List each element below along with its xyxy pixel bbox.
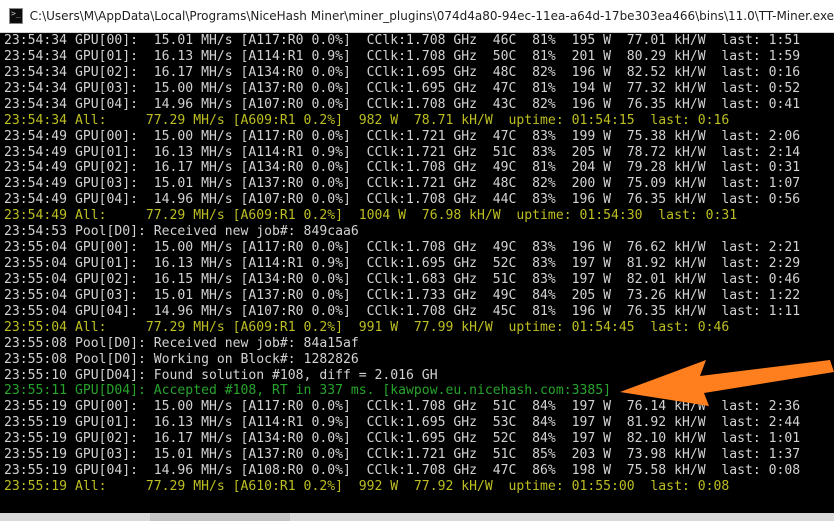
- gpu-stat-line: 23:55:19 GPU[00]: 15.00 MH/s [A117:R0 0.…: [4, 399, 801, 415]
- console-icon: >_: [9, 8, 23, 24]
- gpu-stat-line: 23:55:19 GPU[01]: 16.13 MH/s [A114:R1 0.…: [4, 415, 801, 431]
- gpu-stat-line: 23:54:34 GPU[01]: 16.13 MH/s [A114:R1 0.…: [4, 48, 801, 64]
- summary-line: 23:55:04 All: 77.29 MH/s [A609:R1 0.2%] …: [4, 319, 730, 335]
- gpu-stat-line: 23:55:04 GPU[01]: 16.13 MH/s [A114:R1 0.…: [4, 256, 801, 272]
- title-bar: >_ C:\Users\M\AppData\Local\Programs\Nic…: [0, 0, 834, 33]
- gpu-stat-line: 23:55:04 GPU[00]: 15.00 MH/s [A117:R0 0.…: [4, 240, 801, 256]
- taskbar-button[interactable]: [150, 513, 290, 521]
- log-line: 23:55:10 GPU[D04]: Found solution #108, …: [4, 367, 438, 383]
- gpu-stat-line: 23:54:34 GPU[00]: 15.01 MH/s [A117:R0 0.…: [4, 33, 801, 48]
- gpu-stat-line: 23:54:49 GPU[01]: 16.13 MH/s [A114:R1 0.…: [4, 144, 801, 160]
- gpu-stat-line: 23:55:04 GPU[04]: 14.96 MH/s [A107:R0 0.…: [4, 303, 801, 319]
- summary-line: 23:54:34 All: 77.29 MH/s [A609:R1 0.2%] …: [4, 112, 730, 128]
- gpu-stat-line: 23:54:34 GPU[02]: 16.17 MH/s [A134:R0 0.…: [4, 64, 801, 80]
- log-line: 23:55:08 Pool[D0]: Received new job#: 84…: [4, 335, 359, 351]
- gpu-stat-line: 23:54:34 GPU[03]: 15.00 MH/s [A137:R0 0.…: [4, 80, 801, 96]
- gpu-stat-line: 23:55:19 GPU[04]: 14.96 MH/s [A108:R0 0.…: [4, 463, 801, 479]
- gpu-stat-line: 23:55:19 GPU[03]: 15.01 MH/s [A137:R0 0.…: [4, 447, 801, 463]
- summary-line: 23:55:19 All: 77.29 MH/s [A610:R1 0.2%] …: [4, 479, 730, 495]
- console-output[interactable]: 23:54:34 GPU[00]: 15.01 MH/s [A117:R0 0.…: [0, 33, 834, 513]
- gpu-stat-line: 23:54:34 GPU[04]: 14.96 MH/s [A107:R0 0.…: [4, 96, 801, 112]
- gpu-stat-line: 23:55:04 GPU[03]: 15.01 MH/s [A137:R0 0.…: [4, 287, 801, 303]
- gpu-stat-line: 23:55:19 GPU[02]: 16.17 MH/s [A134:R0 0.…: [4, 431, 801, 447]
- accepted-line: 23:55:11 GPU[D04]: Accepted #108, RT in …: [4, 383, 611, 399]
- taskbar-strip: [0, 513, 834, 521]
- log-line: 23:55:08 Pool[D0]: Working on Block#: 12…: [4, 351, 359, 367]
- gpu-stat-line: 23:54:49 GPU[04]: 14.96 MH/s [A107:R0 0.…: [4, 192, 801, 208]
- gpu-stat-line: 23:54:49 GPU[03]: 15.01 MH/s [A137:R0 0.…: [4, 176, 801, 192]
- summary-line: 23:54:49 All: 77.29 MH/s [A609:R1 0.2%] …: [4, 208, 738, 224]
- log-line: 23:54:53 Pool[D0]: Received new job#: 84…: [4, 224, 359, 240]
- window-title: C:\Users\M\AppData\Local\Programs\NiceHa…: [29, 9, 834, 23]
- gpu-stat-line: 23:55:04 GPU[02]: 16.15 MH/s [A134:R0 0.…: [4, 271, 801, 287]
- gpu-stat-line: 23:54:49 GPU[02]: 16.17 MH/s [A134:R0 0.…: [4, 160, 801, 176]
- gpu-stat-line: 23:54:49 GPU[00]: 15.00 MH/s [A117:R0 0.…: [4, 128, 801, 144]
